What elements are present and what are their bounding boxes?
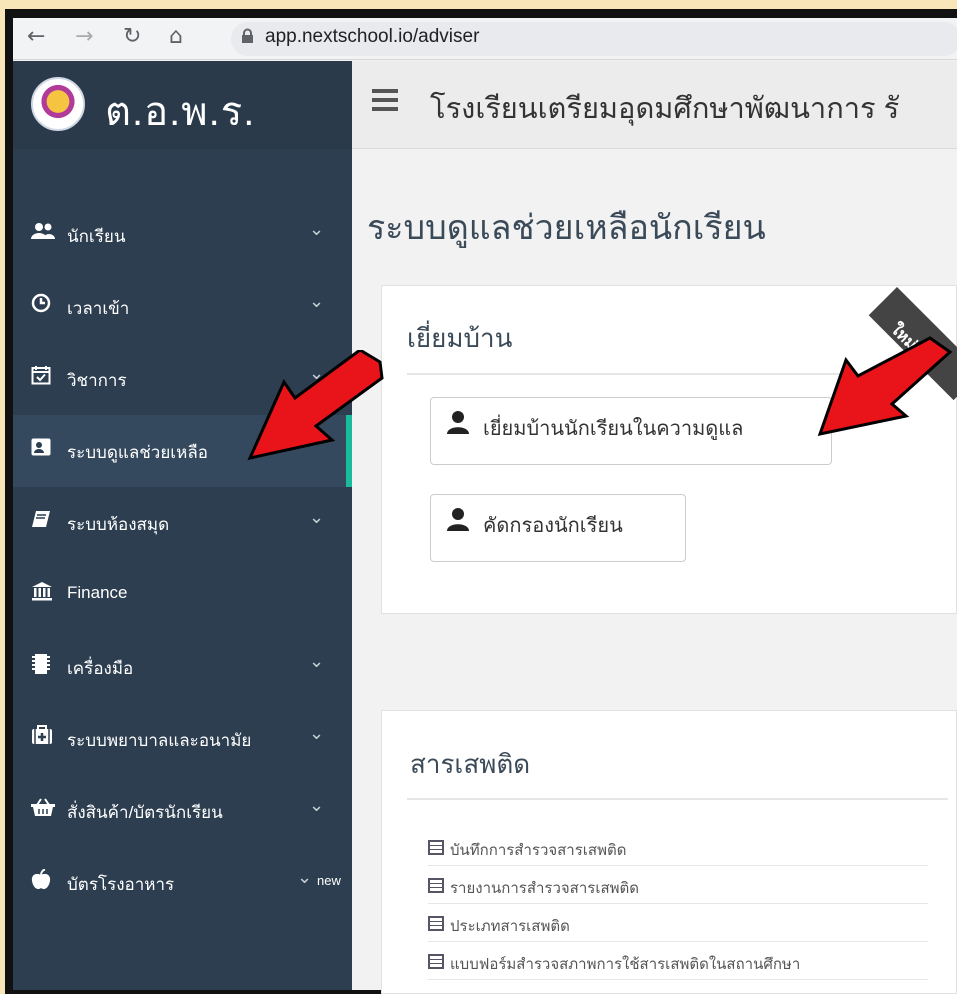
button-label: คัดกรองนักเรียน bbox=[483, 513, 623, 537]
lock-icon bbox=[241, 28, 254, 48]
link-text[interactable]: แบบฟอร์มสำรวจสภาพการใช้สารเสพติดในสถานศึ… bbox=[450, 952, 800, 976]
bank-icon bbox=[31, 581, 53, 603]
list-item[interactable]: บันทึกการสำรวจสารเสพติด bbox=[428, 828, 928, 866]
reload-icon[interactable]: ↻ bbox=[123, 24, 141, 49]
list-icon bbox=[428, 954, 444, 969]
chevron-down-icon: ⌄ bbox=[309, 723, 325, 743]
home-icon[interactable]: ⌂ bbox=[169, 24, 183, 49]
url-text[interactable]: app.nextschool.io/adviser bbox=[265, 26, 479, 48]
brand-header[interactable]: ต.อ.พ.ร. bbox=[13, 61, 352, 149]
list-item[interactable]: รายงานการสำรวจสารเสพติด bbox=[428, 866, 928, 904]
chevron-down-icon: ⌄ bbox=[309, 291, 325, 311]
sidebar-item-health[interactable]: ระบบพยาบาลและอนามัย ⌄ bbox=[13, 703, 352, 775]
sidebar-item-label: บัตรโรงอาหาร bbox=[67, 875, 175, 894]
sidebar-item-label: วิชาการ bbox=[67, 371, 127, 390]
sidebar-item-student-support[interactable]: ระบบดูแลช่วยเหลือ bbox=[13, 415, 352, 487]
sidebar-item-label: เวลาเข้า bbox=[67, 299, 130, 318]
sidebar-item-canteen-card[interactable]: บัตรโรงอาหาร ⌄ new bbox=[13, 847, 352, 919]
page-title: ระบบดูแลช่วยเหลือนักเรียน bbox=[367, 209, 766, 247]
sidebar-item-label: สั่งสินค้า/บัตรนักเรียน bbox=[67, 803, 223, 822]
calendar-check-icon bbox=[31, 365, 53, 387]
list-icon bbox=[428, 916, 444, 931]
link-text[interactable]: รายงานการสำรวจสารเสพติด bbox=[450, 876, 639, 900]
divider bbox=[407, 798, 948, 800]
drugs-link-list: บันทึกการสำรวจสารเสพติด รายงานการสำรวจสา… bbox=[428, 828, 928, 980]
address-bar: ← → ↻ ⌂ app.nextschool.io/adviser bbox=[13, 18, 957, 60]
chevron-down-icon: ⌄ bbox=[309, 507, 325, 527]
sidebar-item-label: ระบบห้องสมุด bbox=[67, 515, 170, 534]
home-visit-students-button[interactable]: เยี่ยมบ้านนักเรียนในความดูแล bbox=[430, 397, 832, 465]
sidebar-item-attendance[interactable]: เวลาเข้า ⌄ bbox=[13, 271, 352, 343]
medkit-icon bbox=[31, 725, 53, 747]
sidebar: ต.อ.พ.ร. นักเรียน ⌄ เวลาเข้า ⌄ วิชาการ ⌄… bbox=[13, 61, 352, 990]
basket-icon bbox=[31, 797, 55, 819]
users-icon bbox=[31, 221, 55, 243]
home-visit-title: เยี่ยมบ้าน bbox=[407, 323, 513, 353]
back-arrow-icon[interactable]: ← bbox=[27, 24, 45, 49]
chevron-down-icon: ⌄ bbox=[309, 363, 325, 383]
sidebar-menu: นักเรียน ⌄ เวลาเข้า ⌄ วิชาการ ⌄ ระบบดูแล… bbox=[13, 199, 352, 919]
divider bbox=[407, 373, 957, 375]
clock-icon bbox=[31, 293, 53, 315]
chevron-down-icon: ⌄ bbox=[309, 651, 325, 671]
forward-arrow-icon[interactable]: → bbox=[75, 24, 93, 49]
chevron-down-icon: ⌄ bbox=[297, 867, 313, 887]
list-item[interactable]: ประเภทสารเสพติด bbox=[428, 904, 928, 942]
sidebar-item-label: Finance bbox=[67, 583, 128, 602]
brand-name: ต.อ.พ.ร. bbox=[105, 90, 256, 134]
list-item[interactable]: แบบฟอร์มสำรวจสภาพการใช้สารเสพติดในสถานศึ… bbox=[428, 942, 928, 980]
button-label: เยี่ยมบ้านนักเรียนในความดูแล bbox=[483, 416, 744, 440]
list-icon bbox=[428, 878, 444, 893]
sidebar-item-label: ระบบดูแลช่วยเหลือ bbox=[67, 443, 208, 462]
sidebar-item-library[interactable]: ระบบห้องสมุด ⌄ bbox=[13, 487, 352, 559]
sidebar-item-shop[interactable]: สั่งสินค้า/บัตรนักเรียน ⌄ bbox=[13, 775, 352, 847]
sidebar-item-students[interactable]: นักเรียน ⌄ bbox=[13, 199, 352, 271]
screen-students-button[interactable]: คัดกรองนักเรียน bbox=[430, 494, 686, 562]
chevron-down-icon: ⌄ bbox=[309, 219, 325, 239]
link-text[interactable]: บันทึกการสำรวจสารเสพติด bbox=[450, 838, 626, 862]
user-icon bbox=[447, 507, 469, 531]
top-bar: โรงเรียนเตรียมอุดมศึกษาพัฒนาการ รั bbox=[352, 61, 957, 149]
sidebar-item-finance[interactable]: Finance bbox=[13, 559, 352, 631]
chevron-down-icon: ⌄ bbox=[309, 795, 325, 815]
link-text[interactable]: ประเภทสารเสพติด bbox=[450, 914, 570, 938]
sidebar-item-label: นักเรียน bbox=[67, 227, 126, 246]
list-icon bbox=[428, 840, 444, 855]
sidebar-item-tools[interactable]: เครื่องมือ ⌄ bbox=[13, 631, 352, 703]
chip-icon bbox=[31, 653, 53, 675]
sidebar-item-label: เครื่องมือ bbox=[67, 659, 134, 678]
user-icon bbox=[447, 410, 469, 434]
contact-card-icon bbox=[31, 437, 53, 459]
apple-icon bbox=[31, 868, 53, 891]
drugs-title: สารเสพติด bbox=[410, 749, 531, 779]
hamburger-menu-icon[interactable] bbox=[372, 89, 398, 111]
school-name: โรงเรียนเตรียมอุดมศึกษาพัฒนาการ รั bbox=[430, 93, 900, 125]
new-badge: new bbox=[317, 873, 341, 888]
book-icon bbox=[31, 509, 53, 531]
sidebar-item-academic[interactable]: วิชาการ ⌄ bbox=[13, 343, 352, 415]
sidebar-item-label: ระบบพยาบาลและอนามัย bbox=[67, 731, 252, 750]
school-logo bbox=[31, 77, 85, 131]
